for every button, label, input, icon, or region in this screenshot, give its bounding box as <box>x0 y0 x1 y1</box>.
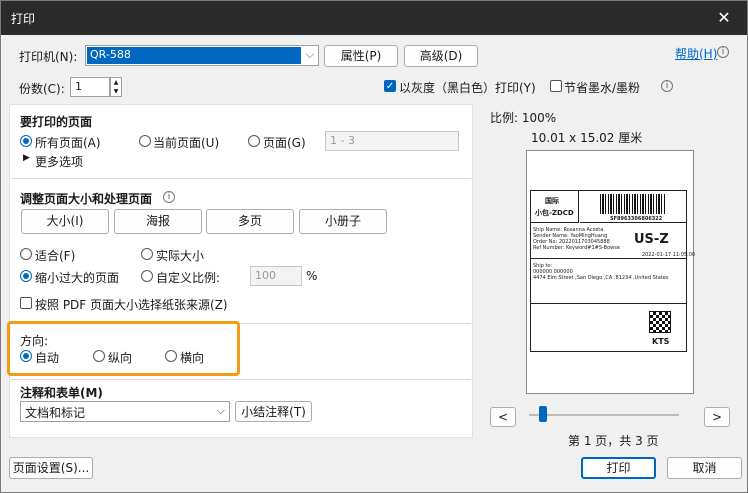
pages-radio[interactable] <box>248 135 260 147</box>
comments-value: 文档和标记 <box>25 406 86 420</box>
tab-poster[interactable]: 海报 <box>114 209 202 234</box>
title-bar: 打印 ✕ <box>1 1 747 35</box>
grayscale-checkbox[interactable]: ✓ <box>384 80 396 92</box>
custom-scale-radio[interactable] <box>141 270 153 282</box>
tab-size[interactable]: 大小(I) <box>21 209 109 234</box>
label-address: 4474 Elm Street ,San Diego ,CA ,81234 ,U… <box>533 275 669 281</box>
printer-label: 打印机(N): <box>19 50 78 64</box>
properties-button[interactable]: 属性(P) <box>324 45 398 67</box>
page-slider-thumb[interactable] <box>539 406 547 422</box>
qr-code-image <box>649 311 671 333</box>
printer-value: QR-588 <box>90 48 131 61</box>
label-divider <box>531 303 686 304</box>
label-brand-box: 国际 小包-ZDCD <box>531 191 579 223</box>
orientation-auto-label: 自动 <box>35 351 60 365</box>
orientation-portrait-radio[interactable] <box>93 350 105 362</box>
label-code: US-Z <box>634 232 669 247</box>
save-ink-info-icon[interactable]: i <box>661 80 673 92</box>
advanced-button[interactable]: 高级(D) <box>404 45 478 67</box>
copies-input[interactable]: 1 <box>70 77 110 97</box>
more-options-link[interactable]: 更多选项 <box>35 153 83 170</box>
label-carrier: KTS <box>652 337 670 346</box>
expand-arrow-icon[interactable]: ▶ <box>23 153 30 163</box>
orientation-auto-radio[interactable] <box>20 350 32 362</box>
help-info-icon[interactable]: i <box>717 46 729 58</box>
all-pages-radio[interactable] <box>20 135 32 147</box>
paper-size-label: 10.01 x 15.02 厘米 <box>531 131 643 145</box>
help-link[interactable]: 帮助(H) <box>675 45 717 62</box>
orientation-landscape-label: 横向 <box>180 351 205 365</box>
chevron-down-icon: ⌵ <box>216 404 225 417</box>
summarize-comments-button[interactable]: 小结注释(T) <box>235 401 312 422</box>
sizing-info-icon[interactable]: i <box>163 191 175 203</box>
cancel-button[interactable]: 取消 <box>667 457 742 479</box>
divider <box>11 178 471 179</box>
page-range-input[interactable]: 1 - 3 <box>325 131 459 151</box>
window-title: 打印 <box>11 12 36 26</box>
page-slider-track[interactable] <box>529 414 679 416</box>
divider <box>11 379 471 380</box>
comments-title: 注释和表单(M) <box>20 386 103 400</box>
sizing-section-title: 调整页面大小和处理页面 <box>20 192 153 206</box>
all-pages-label: 所有页面(A) <box>35 136 101 150</box>
pages-section-title: 要打印的页面 <box>20 115 93 129</box>
percent-label: % <box>306 269 318 283</box>
shipping-label-preview: 国际 小包-ZDCD SF8963306806322 Ship Name: Ro… <box>530 190 695 352</box>
orientation-title: 方向: <box>20 334 49 348</box>
pages-label: 页面(G) <box>263 136 306 150</box>
orientation-portrait-label: 纵向 <box>108 351 133 365</box>
chevron-down-icon: ⌵ <box>305 48 314 61</box>
grayscale-label: 以灰度（黑白色）打印(Y) <box>399 81 536 95</box>
current-page-radio[interactable] <box>139 135 151 147</box>
print-button[interactable]: 打印 <box>581 457 656 479</box>
label-brand: 国际 <box>545 197 559 205</box>
tab-multiple[interactable]: 多页 <box>206 209 294 234</box>
close-button[interactable]: ✕ <box>701 1 747 35</box>
printer-select[interactable]: QR-588 ⌵ <box>85 45 319 66</box>
tracking-number: SF8963306806322 <box>610 216 663 222</box>
actual-size-radio[interactable] <box>141 248 153 260</box>
prev-page-button[interactable]: < <box>490 407 516 427</box>
tab-booklet[interactable]: 小册子 <box>299 209 387 234</box>
orientation-landscape-radio[interactable] <box>165 350 177 362</box>
custom-scale-input[interactable]: 100 <box>250 266 302 286</box>
fit-label: 适合(F) <box>35 249 76 263</box>
label-divider <box>531 258 686 259</box>
label-barcode-box: SF8963306806322 <box>580 191 686 223</box>
print-dialog: 打印 ✕ 打印机(N): QR-588 ⌵ 属性(P) 高级(D) 帮助(H) … <box>0 0 748 493</box>
current-page-label: 当前页面(U) <box>153 136 220 150</box>
next-page-button[interactable]: > <box>704 407 730 427</box>
save-ink-checkbox[interactable] <box>550 80 562 92</box>
choose-source-label: 按照 PDF 页面大小选择纸张来源(Z) <box>35 298 228 312</box>
shrink-radio[interactable] <box>20 270 32 282</box>
fit-radio[interactable] <box>20 248 32 260</box>
label-brand2: 小包-ZDCD <box>535 209 574 217</box>
save-ink-label: 节省墨水/墨粉 <box>564 81 641 95</box>
comments-select[interactable]: 文档和标记 ⌵ <box>20 401 230 422</box>
copies-stepper[interactable]: ▲ ▼ <box>110 77 122 97</box>
barcode-image <box>600 194 666 214</box>
page-setup-button[interactable]: 页面设置(S)... <box>9 457 93 479</box>
custom-scale-label: 自定义比例: <box>156 271 221 285</box>
scale-label: 比例: 100% <box>490 111 557 125</box>
actual-size-label: 实际大小 <box>156 249 205 263</box>
choose-source-checkbox[interactable] <box>20 297 32 309</box>
label-line4: Ref Number: Keyword#1#S-Bowse <box>533 245 620 251</box>
shrink-label: 缩小过大的页面 <box>35 271 120 285</box>
copies-label: 份数(C): <box>19 82 65 96</box>
page-info-label: 第 1 页，共 3 页 <box>568 434 659 448</box>
